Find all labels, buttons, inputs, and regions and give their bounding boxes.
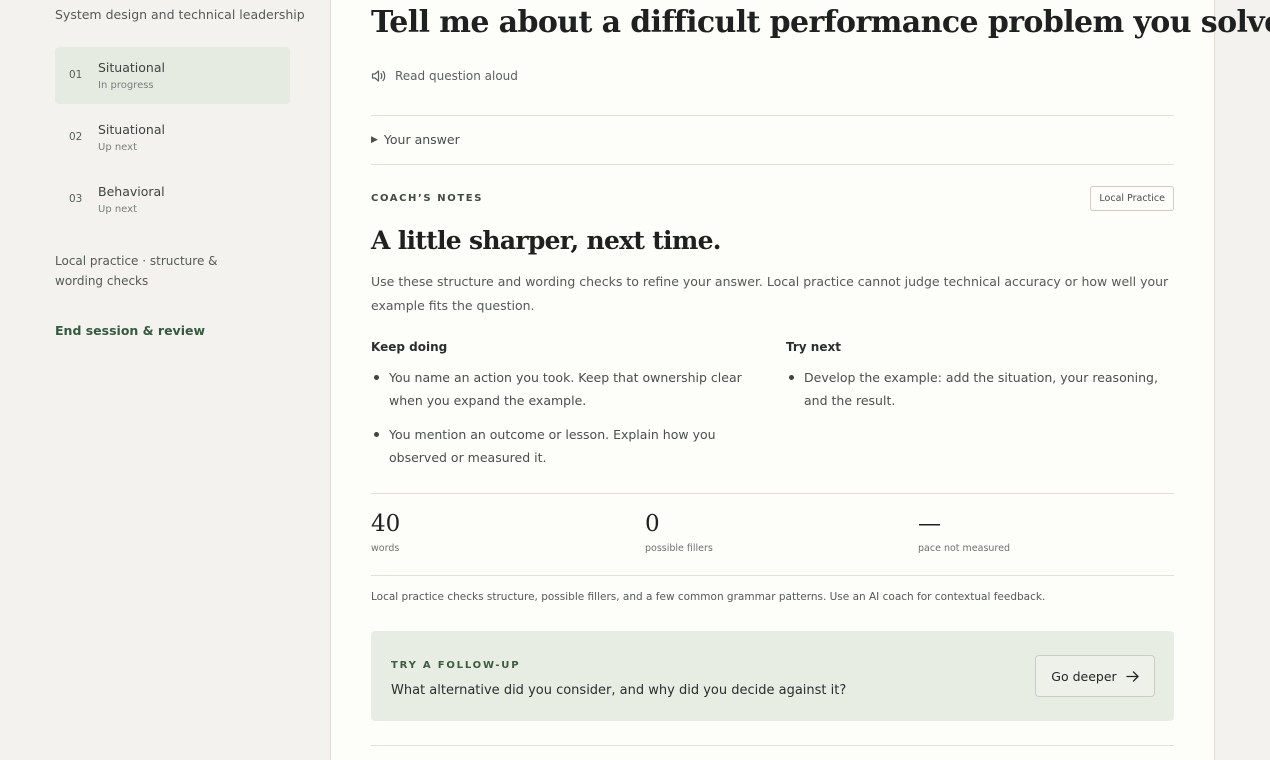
coach-notes-eyebrow: COACH’S NOTES <box>371 193 484 204</box>
try-next-title: Try next <box>786 340 841 354</box>
practice-mode-note: Local practice · structure & wording che… <box>55 254 218 288</box>
session-context: System design and technical leadership <box>55 7 305 22</box>
app: System design and technical leadership 0… <box>0 0 1270 760</box>
list-item: You name an action you took. Keep that o… <box>371 366 756 412</box>
question-title: Situational <box>98 60 165 75</box>
followup-eyebrow: TRY A FOLLOW-UP <box>391 660 521 671</box>
question-heading: Tell me about a difficult performance pr… <box>371 5 1270 40</box>
go-deeper-label: Go deeper <box>1051 668 1117 684</box>
go-deeper-button[interactable]: Go deeper <box>1035 655 1155 697</box>
followup-question: What alternative did you consider, and w… <box>391 683 847 698</box>
main-content: Tell me about a difficult performance pr… <box>371 0 1270 760</box>
checks-footnote: Local practice checks structure, possibl… <box>371 591 1046 603</box>
question-status: In progress <box>98 80 154 91</box>
keep-doing-column: Keep doing You name an action you took. … <box>371 340 756 480</box>
stat-words: 40 words <box>371 508 400 554</box>
practice-mode-badge: Local Practice <box>1090 186 1174 211</box>
read-aloud-label: Read question aloud <box>395 69 518 83</box>
stat-pace: — pace not measured <box>918 508 1010 554</box>
speaker-icon <box>371 70 386 82</box>
main-panel: Tell me about a difficult performance pr… <box>330 0 1270 760</box>
question-item-02[interactable]: 02 Situational Up next <box>55 109 290 166</box>
question-number: 03 <box>69 193 83 205</box>
stat-value: 0 <box>645 511 660 537</box>
try-next-column: Try next Develop the example: add the si… <box>786 340 1171 423</box>
stat-label: pace not measured <box>918 543 1010 554</box>
question-title: Situational <box>98 122 165 137</box>
coach-notes-description: Use these structure and wording checks t… <box>371 274 1169 313</box>
list-item: Develop the example: add the situation, … <box>786 366 1171 412</box>
followup-card: TRY A FOLLOW-UP What alternative did you… <box>371 631 1174 721</box>
keep-doing-list: You name an action you took. Keep that o… <box>371 366 756 469</box>
divider <box>371 575 1174 576</box>
list-item: You mention an outcome or lesson. Explai… <box>371 423 756 469</box>
question-number: 01 <box>69 69 83 81</box>
stat-value: 40 <box>371 511 401 537</box>
question-status: Up next <box>98 142 137 153</box>
stat-value: — <box>918 511 941 537</box>
question-title: Behavioral <box>98 184 165 199</box>
sidebar: System design and technical leadership 0… <box>0 0 330 760</box>
question-item-03[interactable]: 03 Behavioral Up next <box>55 171 290 228</box>
arrow-right-icon <box>1126 670 1139 682</box>
divider <box>371 493 1174 494</box>
end-session-link[interactable]: End session & review <box>55 323 205 338</box>
divider <box>371 745 1174 746</box>
keep-doing-title: Keep doing <box>371 340 448 354</box>
stat-label: possible fillers <box>645 543 713 554</box>
divider <box>371 164 1174 165</box>
stat-fillers: 0 possible fillers <box>645 508 713 554</box>
coach-notes-heading: A little sharper, next time. <box>371 226 722 255</box>
your-answer-label: Your answer <box>383 132 460 147</box>
question-status: Up next <box>98 204 137 215</box>
your-answer-toggle[interactable]: ▶ Your answer <box>371 132 460 147</box>
stat-label: words <box>371 543 400 554</box>
question-item-01[interactable]: 01 Situational In progress <box>55 47 290 104</box>
triangle-right-icon: ▶ <box>371 134 378 145</box>
try-next-list: Develop the example: add the situation, … <box>786 366 1171 412</box>
divider <box>371 115 1174 116</box>
read-aloud-button[interactable]: Read question aloud <box>371 69 518 83</box>
question-number: 02 <box>69 131 83 143</box>
question-list: 01 Situational In progress 02 Situationa… <box>55 47 290 233</box>
